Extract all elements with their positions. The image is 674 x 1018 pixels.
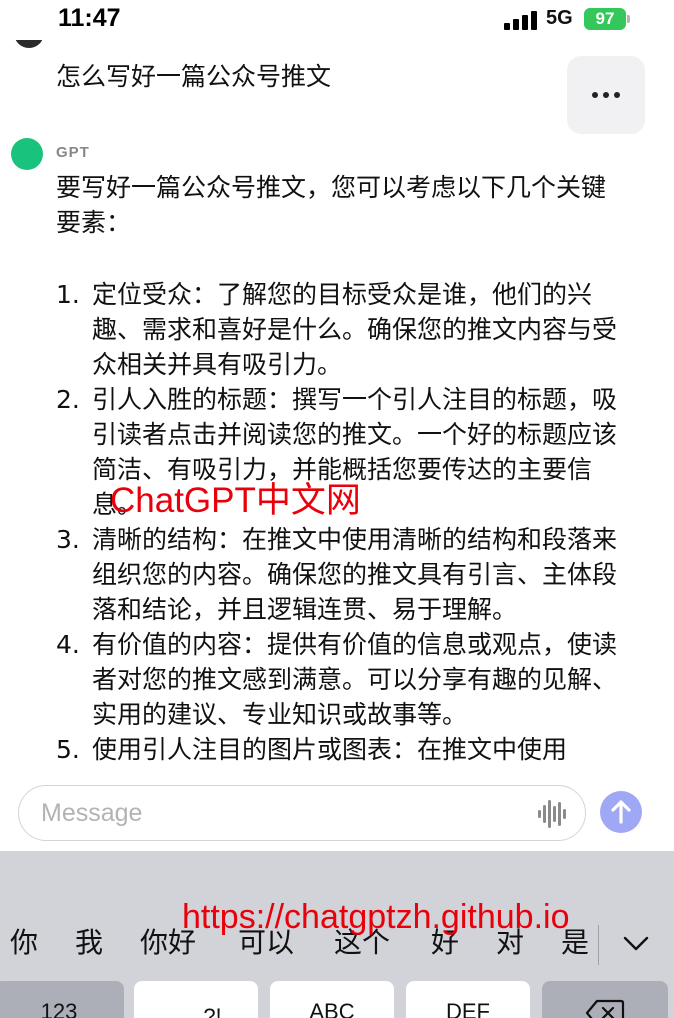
candidate-item[interactable]: 好	[431, 921, 459, 965]
list-item: 5. 使用引人注目的图片或图表：在推文中使用	[56, 732, 626, 767]
chat-scroll-area[interactable]: 怎么写好一篇公众号推文 GPT 要写好一篇公众号推文，您可以考虑以下几个关键要素…	[0, 40, 674, 775]
list-item: 3. 清晰的结构：在推文中使用清晰的结构和段落来组织您的内容。确保您的推文具有引…	[56, 522, 626, 627]
key-delete[interactable]	[542, 981, 668, 1018]
more-options-button[interactable]	[567, 56, 645, 134]
candidate-bar: 你 我 你好 可以 这个 好 对 是	[0, 921, 674, 967]
user-message: 怎么写好一篇公众号推文	[56, 62, 332, 91]
key-def[interactable]: DEF	[406, 981, 530, 1018]
candidate-item[interactable]: 对	[496, 921, 524, 965]
cellular-signal-icon	[504, 10, 540, 30]
candidate-divider	[598, 925, 599, 965]
candidate-item[interactable]: 我	[75, 921, 103, 965]
list-item: 4. 有价值的内容：提供有价值的信息或观点，使读者对您的推文感到满意。可以分享有…	[56, 627, 626, 732]
candidate-item[interactable]: 这个	[334, 921, 390, 965]
network-label: 5G	[546, 7, 573, 29]
status-time: 11:47	[58, 4, 121, 32]
voice-waveform-icon[interactable]	[538, 800, 568, 828]
list-item-number: 4.	[56, 630, 80, 659]
list-item-number: 5.	[56, 735, 80, 764]
more-horizontal-icon	[592, 92, 620, 98]
candidate-item[interactable]: 可以	[238, 921, 294, 965]
battery-icon: 97	[584, 8, 630, 30]
list-item-text: 引人入胜的标题：撰写一个引人注目的标题，吸引读者点击并阅读您的推文。一个好的标题…	[92, 385, 618, 519]
assistant-list: 1. 定位受众：了解您的目标受众是谁，他们的兴趣、需求和喜好是什么。确保您的推文…	[56, 277, 626, 767]
list-item-number: 3.	[56, 525, 80, 554]
list-item: 2. 引人入胜的标题：撰写一个引人注目的标题，吸引读者点击并阅读您的推文。一个好…	[56, 382, 626, 522]
list-item-text: 清晰的结构：在推文中使用清晰的结构和段落来组织您的内容。确保您的推文具有引言、主…	[92, 525, 618, 624]
gpt-avatar	[11, 138, 43, 170]
assistant-name: GPT	[56, 144, 90, 161]
list-item-number: 1.	[56, 280, 80, 309]
message-composer	[0, 775, 674, 851]
candidate-item[interactable]: 你好	[140, 921, 196, 965]
candidate-item[interactable]: 是	[561, 921, 589, 965]
status-bar: 11:47 5G 97	[0, 0, 674, 40]
user-avatar	[14, 40, 44, 48]
candidate-item[interactable]: 你	[10, 921, 38, 965]
list-item-text: 定位受众：了解您的目标受众是谁，他们的兴趣、需求和喜好是什么。确保您的推文内容与…	[92, 280, 618, 379]
key-numbers[interactable]: 123	[0, 981, 124, 1018]
send-button[interactable]	[600, 791, 642, 833]
list-item-text: 有价值的内容：提供有价值的信息或观点，使读者对您的推文感到满意。可以分享有趣的见…	[92, 630, 618, 729]
chevron-down-icon[interactable]	[622, 929, 650, 957]
keyboard: 你 我 你好 可以 这个 好 对 是 https://chatgptzh.git…	[0, 851, 674, 1018]
assistant-intro: 要写好一篇公众号推文，您可以考虑以下几个关键要素：	[56, 173, 607, 237]
key-punctuation[interactable]: ，。?!	[134, 981, 258, 1018]
arrow-up-icon	[611, 800, 631, 824]
key-abc[interactable]: ABC	[270, 981, 394, 1018]
list-item-number: 2.	[56, 385, 80, 414]
list-item-text: 使用引人注目的图片或图表：在推文中使用	[92, 735, 568, 764]
list-item: 1. 定位受众：了解您的目标受众是谁，他们的兴趣、需求和喜好是什么。确保您的推文…	[56, 277, 626, 382]
backspace-icon	[585, 999, 625, 1018]
assistant-message: 要写好一篇公众号推文，您可以考虑以下几个关键要素： 1. 定位受众：了解您的目标…	[56, 170, 626, 767]
message-input[interactable]	[18, 785, 586, 841]
